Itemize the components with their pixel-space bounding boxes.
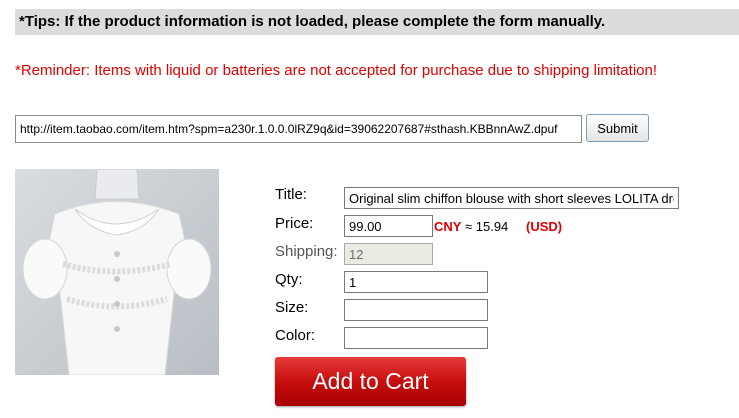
price-field[interactable]	[344, 215, 433, 237]
color-field[interactable]	[344, 327, 488, 349]
title-field[interactable]	[344, 187, 679, 209]
blouse-product-photo	[15, 169, 219, 375]
add-to-cart-button[interactable]: Add to Cart	[275, 357, 466, 406]
reminder-text: *Reminder: Items with liquid or batterie…	[15, 62, 658, 79]
shipping-label: Shipping:	[275, 243, 338, 260]
shipping-field	[344, 243, 433, 265]
size-label: Size:	[275, 299, 309, 316]
currency-cny-label: CNY	[434, 219, 462, 234]
size-field[interactable]	[344, 299, 488, 321]
title-label: Title:	[275, 186, 307, 203]
qty-field[interactable]	[344, 271, 488, 293]
product-image	[15, 169, 219, 375]
tips-banner: *Tips: If the product information is not…	[15, 9, 739, 35]
qty-label: Qty:	[275, 271, 303, 288]
submit-button[interactable]: Submit	[586, 114, 649, 142]
converted-price: ≈ 15.94	[465, 219, 509, 234]
price-label: Price:	[275, 215, 314, 232]
product-url-input[interactable]	[15, 115, 582, 143]
currency-usd-label: (USD)	[526, 219, 563, 234]
color-label: Color:	[275, 327, 316, 344]
